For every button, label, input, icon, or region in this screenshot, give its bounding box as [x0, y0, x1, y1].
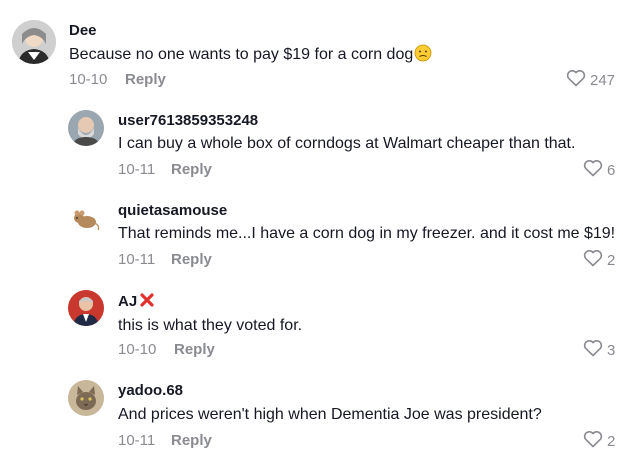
comment-text: And prices weren't high when Dementia Jo…	[118, 406, 542, 423]
comment-date: 10-11	[118, 251, 156, 268]
heart-icon	[583, 249, 603, 271]
like-count: 3	[607, 341, 616, 359]
comment-username[interactable]: user7613859353248	[118, 112, 258, 129]
comment-text-content: Because no one wants to pay $19 for a co…	[69, 46, 414, 63]
like-button[interactable]: 247	[566, 69, 615, 91]
comment-username[interactable]: Dee	[69, 22, 97, 39]
comment-username[interactable]: yadoo.68	[118, 382, 183, 399]
red-x-icon	[139, 292, 155, 312]
slightly-sad-face-icon	[414, 44, 432, 67]
reply-button[interactable]: Reply	[174, 341, 215, 358]
user-avatar-icon	[12, 20, 56, 64]
reply-item: quietasamouse That reminds me...I have a…	[0, 190, 623, 280]
user-avatar-icon	[68, 110, 104, 146]
user-avatar-icon	[68, 290, 104, 326]
like-count: 2	[607, 432, 616, 450]
comment-date: 10-10	[118, 341, 157, 358]
comment-date: 10-10	[69, 71, 108, 88]
avatar[interactable]	[68, 380, 104, 416]
avatar[interactable]	[68, 290, 104, 326]
like-button[interactable]: 6	[583, 159, 615, 181]
reply-button[interactable]: Reply	[171, 432, 212, 449]
comment-text: this is what they voted for.	[118, 317, 303, 334]
reply-button[interactable]: Reply	[171, 251, 212, 268]
like-count: 247	[590, 71, 616, 89]
like-count: 2	[607, 251, 616, 269]
comment-username-text: AJ	[118, 293, 138, 310]
comment-text: That reminds me...I have a corn dog in m…	[118, 225, 616, 242]
heart-icon	[583, 339, 603, 361]
reply-item: user7613859353248 I can buy a whole box …	[0, 100, 623, 190]
like-button[interactable]: 3	[583, 339, 615, 361]
cat-avatar-icon	[68, 380, 104, 416]
comment-username[interactable]: quietasamouse	[118, 202, 227, 219]
comment-text: Because no one wants to pay $19 for a co…	[69, 44, 432, 67]
heart-icon	[583, 159, 603, 181]
reply-button[interactable]: Reply	[125, 71, 166, 88]
like-button[interactable]: 2	[583, 249, 615, 271]
mouse-avatar-icon	[68, 200, 104, 236]
like-count: 6	[607, 161, 616, 179]
avatar[interactable]	[68, 200, 104, 236]
avatar[interactable]	[68, 110, 104, 146]
reply-item: AJ this is what they voted for. 10-10 Re…	[0, 280, 623, 370]
heart-icon	[583, 430, 603, 452]
comment-date: 10-11	[118, 432, 156, 449]
comment-date: 10-11	[118, 161, 156, 178]
avatar[interactable]	[12, 20, 56, 64]
heart-icon	[566, 69, 586, 91]
like-button[interactable]: 2	[583, 430, 615, 452]
comment-username[interactable]: AJ	[118, 292, 155, 312]
comment-item: Dee Because no one wants to pay $19 for …	[0, 0, 623, 100]
reply-button[interactable]: Reply	[171, 161, 212, 178]
reply-item: yadoo.68 And prices weren't high when De…	[0, 370, 623, 468]
comment-text: I can buy a whole box of corndogs at Wal…	[118, 135, 576, 152]
